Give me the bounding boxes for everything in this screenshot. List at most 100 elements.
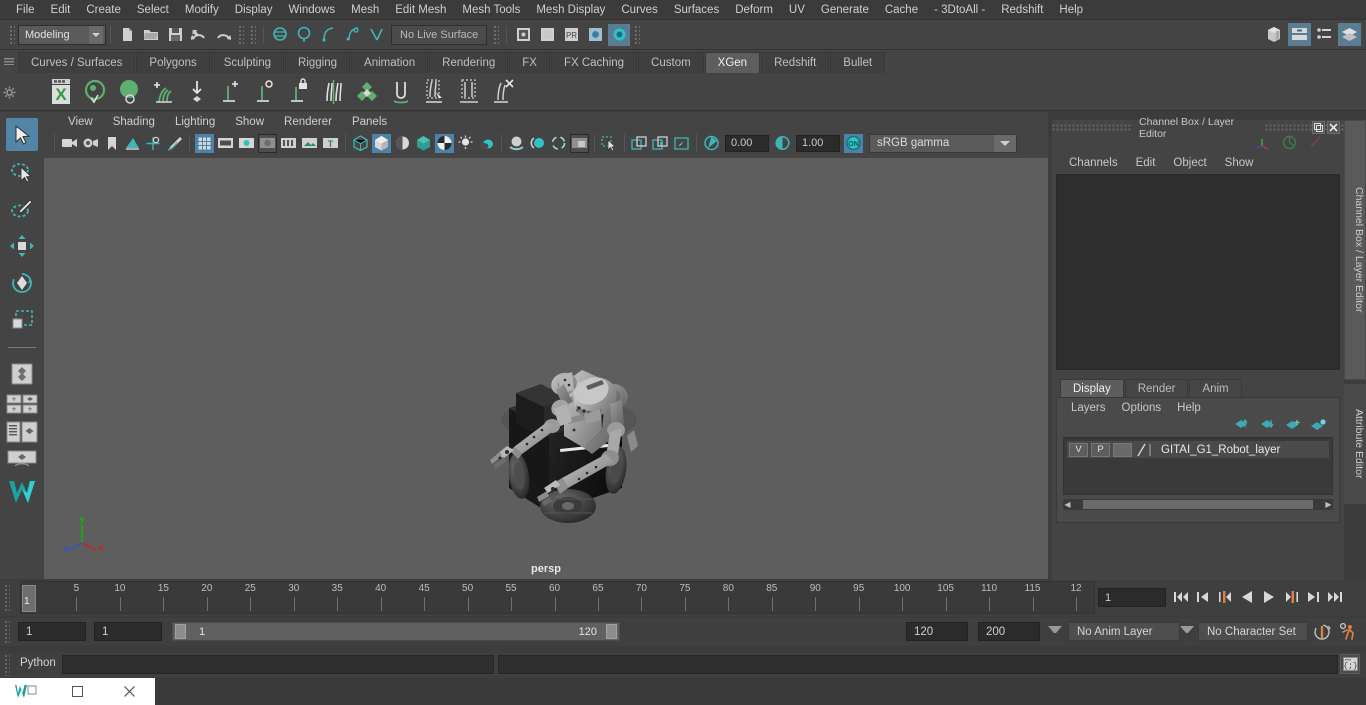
xray-active-components-icon[interactable]: [651, 134, 670, 153]
playback-end-time-field[interactable]: 120: [906, 622, 968, 641]
rotate-tool[interactable]: [6, 266, 38, 299]
gamma-icon[interactable]: [773, 134, 792, 153]
paint-tool-icon[interactable]: [1307, 135, 1322, 153]
auto-keyframe-icon[interactable]: [1312, 622, 1332, 642]
grease-pencil-icon[interactable]: [165, 134, 184, 153]
menu-uv[interactable]: UV: [781, 0, 813, 20]
shelf-tab-bullet[interactable]: Bullet: [830, 52, 885, 73]
use-default-material-icon[interactable]: [414, 134, 433, 153]
playback-options-chevron-icon[interactable]: [1048, 626, 1062, 638]
status-line-section-handle-2[interactable]: [250, 25, 256, 45]
status-line-section-handle-1[interactable]: [238, 25, 244, 45]
show-hide-attribute-editor-icon[interactable]: [1288, 23, 1311, 46]
xgen-description-icon[interactable]: X: [44, 75, 78, 109]
select-by-object-icon[interactable]: [293, 24, 315, 46]
exposure-icon[interactable]: [702, 134, 721, 153]
gamma-field[interactable]: 1.00: [796, 135, 840, 152]
menu-mesh-tools[interactable]: Mesh Tools: [454, 0, 528, 20]
xgen-place-icon[interactable]: [180, 75, 214, 109]
viewport-menu-view[interactable]: View: [58, 112, 103, 132]
go-to-end-icon[interactable]: [1326, 587, 1344, 607]
channel-box-menu-show[interactable]: Show: [1216, 152, 1263, 174]
menu-help[interactable]: Help: [1051, 0, 1091, 20]
viewport-menu-shading[interactable]: Shading: [103, 112, 165, 132]
close-icon[interactable]: [103, 678, 155, 705]
paint-select-tool[interactable]: [6, 192, 38, 225]
new-scene-icon[interactable]: [116, 24, 138, 46]
play-backwards-icon[interactable]: [1238, 587, 1256, 607]
menu-windows[interactable]: Windows: [280, 0, 343, 20]
grid-toggle-icon[interactable]: [195, 134, 214, 153]
xgen-noise-icon[interactable]: [350, 75, 384, 109]
command-language-label[interactable]: Python: [20, 657, 56, 669]
layer-playback-toggle[interactable]: P: [1091, 443, 1110, 457]
persp-outliner-layout[interactable]: +++: [6, 394, 38, 417]
side-tab-attribute-editor[interactable]: Attribute Editor: [1344, 384, 1366, 504]
menu-file[interactable]: File: [8, 0, 43, 20]
color-management-toggle-icon[interactable]: ON: [844, 134, 863, 153]
animation-end-time-field[interactable]: 200: [978, 622, 1040, 641]
create-new-layer-icon[interactable]: [1285, 419, 1301, 434]
status-line-drag-handle[interactable]: [9, 25, 15, 45]
select-by-hierarchy-icon[interactable]: [269, 24, 291, 46]
shelf-tab-drag-handle[interactable]: [0, 50, 18, 73]
layer-shading-toggle[interactable]: [1113, 443, 1132, 457]
layer-color-swatch[interactable]: [1135, 443, 1155, 457]
motion-blur-icon[interactable]: [528, 134, 547, 153]
layer-tab-render[interactable]: Render: [1125, 379, 1189, 397]
select-camera-icon[interactable]: [60, 134, 79, 153]
menu-curves[interactable]: Curves: [613, 0, 665, 20]
show-hide-modeling-toolkit-icon[interactable]: [1263, 23, 1286, 46]
command-output-field[interactable]: [498, 655, 1338, 674]
close-panel-icon[interactable]: [1327, 121, 1340, 134]
scroll-right-arrow-icon[interactable]: ▶: [1324, 500, 1333, 509]
layer-menu-options[interactable]: Options: [1114, 398, 1170, 418]
channel-box-content[interactable]: [1056, 174, 1340, 370]
layer-tab-display[interactable]: Display: [1060, 379, 1124, 397]
xgen-add-length-icon[interactable]: [214, 75, 248, 109]
playback-start-time-field[interactable]: 1: [94, 622, 162, 641]
camera-attributes-icon[interactable]: [81, 134, 100, 153]
single-perspective-layout[interactable]: [6, 450, 38, 471]
shelf-tab-redshift[interactable]: Redshift: [761, 52, 829, 73]
command-line-drag-handle[interactable]: [4, 654, 10, 676]
shelf-tab-sculpting[interactable]: Sculpting: [211, 52, 284, 73]
step-forward-frame-icon[interactable]: [1282, 587, 1300, 607]
display-textures-icon[interactable]: [300, 134, 319, 153]
anim-layer-chevron-icon[interactable]: [1180, 626, 1194, 638]
exposure-field[interactable]: 0.00: [725, 135, 769, 152]
layer-menu-help[interactable]: Help: [1169, 398, 1209, 418]
menu-edit-mesh[interactable]: Edit Mesh: [387, 0, 454, 20]
xgen-preview-icon[interactable]: [78, 75, 112, 109]
layer-name[interactable]: GITAI_G1_Robot_layer: [1158, 444, 1280, 456]
shadows-icon[interactable]: [477, 134, 496, 153]
live-surface-field[interactable]: No Live Surface: [391, 25, 487, 45]
xgen-delete-icon[interactable]: [486, 75, 520, 109]
xgen-add-groom-icon[interactable]: [146, 75, 180, 109]
shelf-tab-fx-caching[interactable]: FX Caching: [551, 52, 637, 73]
go-to-start-icon[interactable]: [1172, 587, 1190, 607]
select-by-uv-icon[interactable]: [365, 24, 387, 46]
snap-to-grids-icon[interactable]: [512, 24, 534, 46]
bookmark-icon[interactable]: [102, 134, 121, 153]
layer-visibility-toggle[interactable]: V: [1069, 443, 1088, 457]
channel-box-menu-object[interactable]: Object: [1164, 152, 1215, 174]
layer-list-horizontal-scrollbar[interactable]: ◀ ▶: [1063, 499, 1333, 510]
layer-row[interactable]: V P GITAI_G1_Robot_layer: [1067, 441, 1329, 458]
four-view-layout[interactable]: [6, 357, 38, 390]
shelf-tab-polygons[interactable]: Polygons: [136, 52, 209, 73]
menu-surfaces[interactable]: Surfaces: [666, 0, 727, 20]
move-layer-up-icon[interactable]: [1233, 419, 1249, 434]
menu-deform[interactable]: Deform: [727, 0, 781, 20]
create-layer-from-selected-icon[interactable]: [1311, 419, 1327, 434]
time-slider-drag-handle[interactable]: [4, 584, 10, 612]
redo-icon[interactable]: [212, 24, 234, 46]
xgen-density-mask-icon[interactable]: [112, 75, 146, 109]
perspective-viewport[interactable]: y x z persp: [44, 158, 1048, 579]
menu-set-selector[interactable]: Modeling: [18, 25, 106, 45]
range-start-handle[interactable]: [175, 624, 186, 639]
chevron-down-icon[interactable]: [994, 135, 1016, 152]
film-gate-icon[interactable]: [216, 134, 235, 153]
viewport-menu-show[interactable]: Show: [225, 112, 274, 132]
lasso-select-tool[interactable]: [6, 155, 38, 188]
